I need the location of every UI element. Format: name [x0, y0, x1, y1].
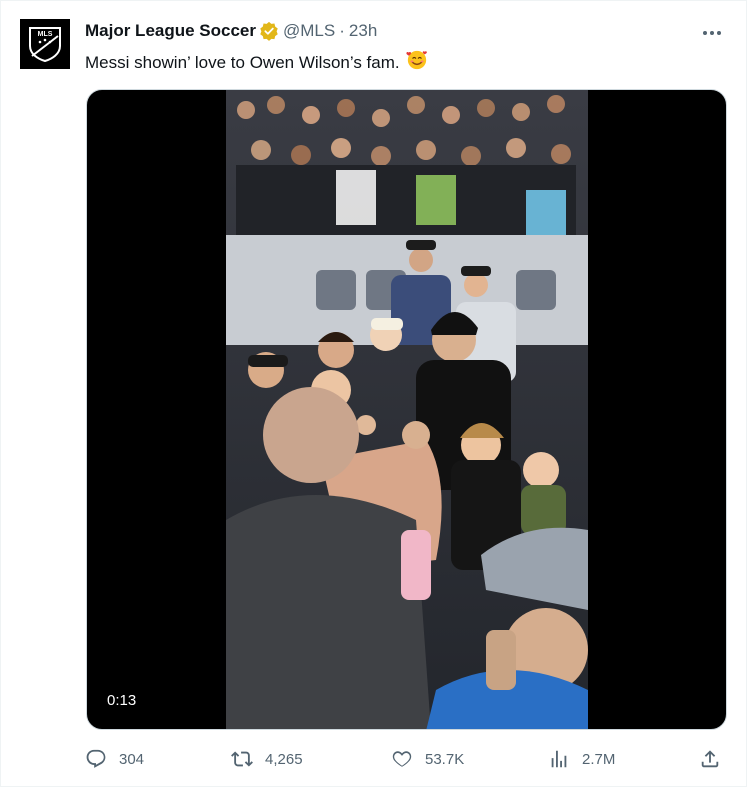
- more-icon[interactable]: [700, 21, 724, 45]
- reply-button[interactable]: 304: [85, 745, 144, 773]
- reply-icon: [86, 749, 106, 768]
- views-button[interactable]: 2.7M: [548, 745, 615, 773]
- tweet-header: Major League Soccer @MLS · 23h: [85, 21, 377, 41]
- reply-count: 304: [119, 750, 145, 768]
- verified-badge-icon: [259, 21, 279, 41]
- tweet-actions: 304 4,265 53.7K 2.7M: [85, 745, 725, 773]
- smiling-face-with-hearts-icon: [406, 49, 428, 77]
- views-count: 2.7M: [582, 750, 616, 768]
- display-name[interactable]: Major League Soccer: [85, 21, 256, 41]
- video-player[interactable]: 0:13: [86, 89, 727, 730]
- retweet-count: 4,265: [265, 750, 303, 768]
- avatar-text: MLS: [38, 31, 53, 38]
- share-button[interactable]: [699, 745, 721, 773]
- timestamp[interactable]: 23h: [349, 21, 377, 41]
- like-button[interactable]: 53.7K: [391, 745, 464, 773]
- tweet-card[interactable]: MLS Major League Soccer @MLS · 23h Messi…: [0, 0, 747, 787]
- video-frame[interactable]: [226, 90, 588, 729]
- tweet-text-content: Messi showin’ love to Owen Wilson’s fam.: [85, 53, 400, 72]
- retweet-button[interactable]: 4,265: [231, 745, 303, 773]
- tweet-text: Messi showin’ love to Owen Wilson’s fam.: [85, 49, 428, 77]
- like-icon: [392, 751, 412, 767]
- like-count: 53.7K: [425, 750, 465, 768]
- separator-dot: ·: [339, 21, 345, 40]
- video-thumbnail: [226, 90, 588, 729]
- views-icon: [551, 750, 567, 768]
- handle[interactable]: @MLS: [283, 21, 335, 41]
- share-icon: [701, 750, 719, 768]
- video-duration: 0:13: [103, 690, 141, 711]
- mls-logo-icon: MLS: [29, 27, 61, 62]
- avatar[interactable]: MLS: [20, 19, 70, 69]
- retweet-icon: [231, 751, 253, 767]
